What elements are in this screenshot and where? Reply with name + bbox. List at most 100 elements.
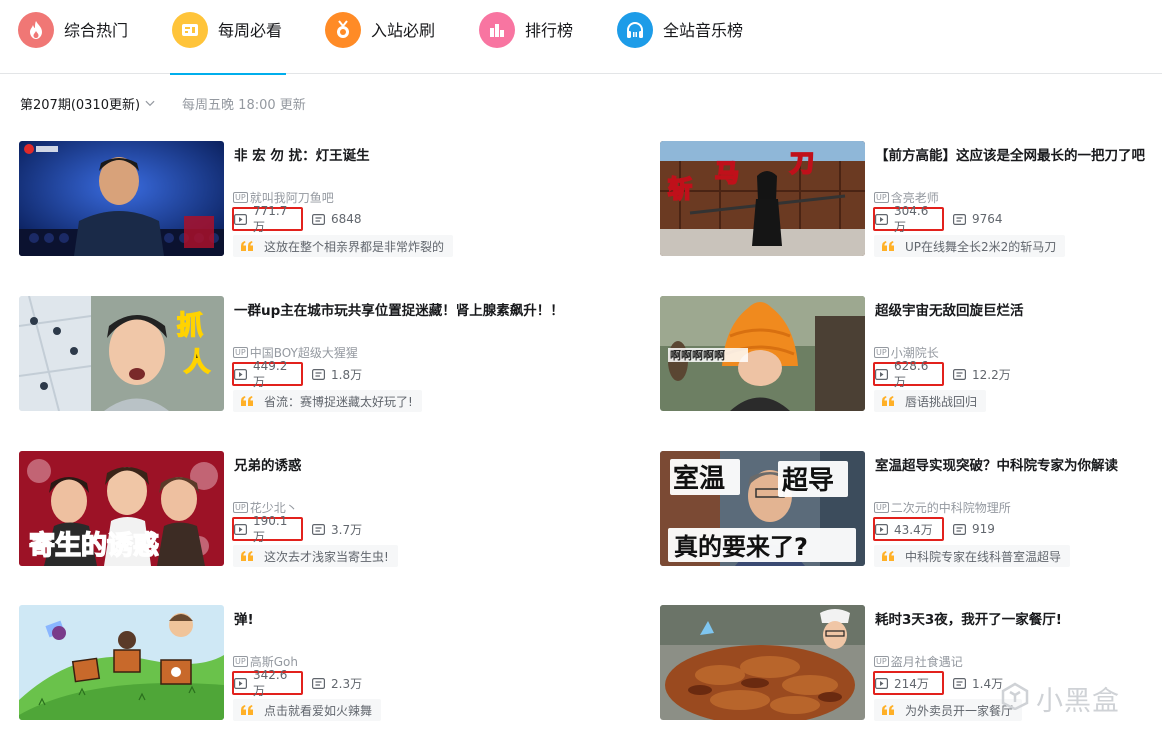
uploader-name[interactable]: UP 二次元的中科院物理所: [874, 499, 1011, 516]
danmaku-icon: [312, 523, 325, 535]
tab-label: 入站必刷: [371, 21, 436, 40]
up-badge-icon: UP: [233, 347, 248, 358]
thumb-caption: 寄生的诱惑: [29, 530, 159, 561]
tab-leaderboard[interactable]: 排行榜: [479, 12, 573, 74]
uploader-name[interactable]: UP 盗月社食遇记: [874, 653, 963, 670]
tab-comprehensive-hot[interactable]: 综合热门: [18, 12, 128, 74]
play-count-value: 304.6万: [894, 203, 929, 234]
danmaku-count-value: 9764: [972, 212, 1003, 226]
video-title[interactable]: 超级宇宙无敌回旋巨烂活: [875, 299, 1162, 319]
video-thumbnail[interactable]: 室温 超导 真的要来了?: [660, 451, 865, 566]
video-stats: 304.6万 9764: [873, 204, 1003, 234]
up-badge-icon: UP: [874, 192, 889, 203]
play-count-value: 449.2万: [253, 358, 288, 389]
video-stats: 771.7万 6848: [232, 204, 362, 234]
tab-site-music-chart[interactable]: 全站音乐榜: [617, 12, 743, 74]
play-icon: [234, 368, 247, 380]
thumb-caption: 超导: [782, 466, 834, 496]
quote-icon: [240, 395, 254, 407]
issue-selector[interactable]: 第207期(0310更新): [20, 94, 155, 113]
danmaku-icon: [953, 213, 966, 225]
video-stats: 628.6万 12.2万: [873, 359, 1011, 389]
up-badge-icon: UP: [233, 192, 248, 203]
recommend-reason: 这次去才浅家当寄生虫!: [233, 545, 398, 567]
video-stats: 449.2万 1.8万: [232, 359, 362, 389]
up-badge-icon: UP: [233, 656, 248, 667]
video-title[interactable]: 非 宏 勿 扰：灯王诞生: [234, 144, 534, 164]
danmaku-count: 9764: [953, 212, 1003, 226]
recommend-reason: UP在线舞全长2米2的斩马刀: [874, 235, 1066, 257]
play-count-value: 43.4万: [894, 522, 933, 537]
danmaku-count-value: 12.2万: [972, 367, 1011, 382]
tab-site-must-brush[interactable]: 入站必刷: [325, 12, 435, 74]
recommend-reason-text: 中科院专家在线科普室温超导: [905, 549, 1062, 564]
quote-icon: [240, 240, 254, 252]
play-icon: [875, 523, 888, 535]
video-thumbnail[interactable]: 啊啊啊啊啊: [660, 296, 865, 411]
video-thumbnail[interactable]: [19, 141, 224, 256]
play-count: 342.6万: [232, 668, 303, 698]
tab-weekly-must-watch[interactable]: 每周必看: [170, 12, 286, 75]
recommend-reason-text: 唇语挑战回归: [905, 394, 978, 409]
recommend-reason-text: 这放在整个相亲界都是非常炸裂的: [264, 239, 445, 254]
thumb-caption: 室温: [673, 463, 725, 494]
recommend-reason-text: 为外卖员开一家餐厅: [905, 703, 1014, 718]
video-title[interactable]: 耗时3天3夜，我开了一家餐厅!: [875, 608, 1162, 628]
tab-label: 排行榜: [525, 21, 574, 40]
video-stats: 342.6万 2.3万: [232, 668, 363, 698]
thumb-caption: 真的要来了?: [674, 533, 808, 561]
video-thumbnail[interactable]: 寄生的诱惑: [19, 451, 224, 566]
danmaku-icon: [312, 368, 325, 380]
thumb-caption: 人: [184, 348, 210, 378]
danmaku-count-value: 1.4万: [972, 676, 1004, 691]
danmaku-icon: [312, 213, 325, 225]
recommend-reason: 唇语挑战回归: [874, 390, 987, 412]
recommend-reason-text: 省流：赛博捉迷藏太好玩了!: [264, 394, 413, 409]
thumb-caption: 马: [715, 159, 739, 187]
danmaku-count-value: 2.3万: [331, 676, 363, 691]
quote-icon: [881, 395, 895, 407]
danmaku-count: 3.7万: [312, 521, 362, 538]
tab-label: 全站音乐榜: [663, 21, 744, 40]
play-icon: [234, 213, 247, 225]
video-thumbnail[interactable]: [660, 605, 865, 720]
play-count: 449.2万: [232, 359, 303, 389]
video-title[interactable]: 兄弟的诱惑: [234, 454, 534, 474]
danmaku-icon: [953, 677, 966, 689]
up-badge-icon: UP: [233, 502, 248, 513]
tab-label: 每周必看: [218, 21, 283, 40]
video-card: 抓 人 一群up主在城市玩共享位置捉迷藏！肾上腺素飙升！！ UP 中国BOY超级大…: [19, 296, 564, 412]
issue-selected-label: 第207期(0310更新): [20, 97, 141, 113]
xiaoheihe-logo-icon: [1000, 682, 1030, 714]
thumb-caption: 抓: [177, 311, 203, 341]
video-thumbnail[interactable]: 斩 马 刀: [660, 141, 865, 256]
play-icon: [234, 523, 247, 535]
video-card: 室温 超导 真的要来了? 室温超导实现突破？中科院专家为你解读 UP 二次元的中科…: [660, 451, 1162, 567]
quote-icon: [881, 240, 895, 252]
up-badge-icon: UP: [874, 347, 889, 358]
play-count-value: 214万: [894, 676, 929, 691]
recommend-reason-text: 这次去才浅家当寄生虫!: [264, 549, 389, 564]
play-count-value: 190.1万: [253, 513, 288, 544]
play-count: 304.6万: [873, 204, 944, 234]
watermark-text: 小黑盒: [1036, 685, 1120, 717]
recommend-reason-text: 点击就看爱如火辣舞: [264, 703, 373, 718]
video-title[interactable]: 【前方高能】这应该是全网最长的一把刀了吧: [875, 144, 1162, 164]
video-title[interactable]: 一群up主在城市玩共享位置捉迷藏！肾上腺素飙升！！: [234, 299, 564, 319]
video-title[interactable]: 室温超导实现突破？中科院专家为你解读: [875, 454, 1162, 474]
video-stats: 190.1万 3.7万: [232, 514, 362, 544]
recommend-reason: 中科院专家在线科普室温超导: [874, 545, 1071, 567]
danmaku-count-value: 919: [972, 522, 995, 536]
play-count-value: 628.6万: [894, 358, 929, 389]
uploader-label: 二次元的中科院物理所: [890, 501, 1011, 515]
danmaku-count: 6848: [312, 212, 362, 226]
video-thumbnail[interactable]: 抓 人: [19, 296, 224, 411]
video-thumbnail[interactable]: [19, 605, 224, 720]
video-card: 啊啊啊啊啊 超级宇宙无敌回旋巨烂活 UP 小潮院长 628.6万 12.2万 唇语…: [660, 296, 1162, 412]
quote-icon: [881, 704, 895, 716]
video-card: 弹! UP 高斯Goh 342.6万 2.3万 点击就看爱如火辣舞: [19, 605, 539, 721]
recommend-reason: 点击就看爱如火辣舞: [233, 699, 382, 721]
play-icon: [875, 213, 888, 225]
video-title[interactable]: 弹!: [234, 608, 534, 628]
danmaku-count: 12.2万: [953, 366, 1011, 383]
